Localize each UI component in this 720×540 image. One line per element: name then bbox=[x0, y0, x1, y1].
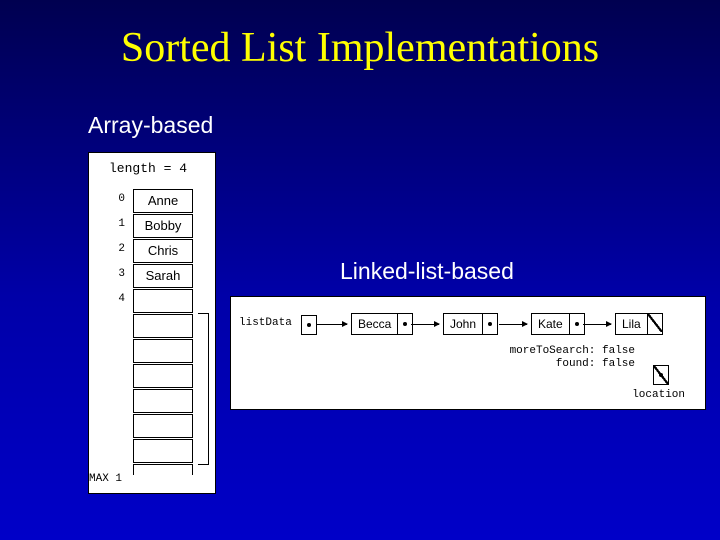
arrow-icon bbox=[583, 324, 611, 325]
array-cell-empty bbox=[133, 364, 193, 388]
label-linked-list-based: Linked-list-based bbox=[340, 258, 514, 285]
array-cell-2: Chris bbox=[133, 239, 193, 263]
linked-node: Becca bbox=[351, 313, 413, 335]
array-diagram: length = 4 0 Anne 1 Bobby 2 Chris 3 Sara… bbox=[88, 152, 216, 494]
pointer-dot-icon bbox=[307, 323, 311, 327]
array-length-label: length = 4 bbox=[109, 161, 187, 176]
array-cell-empty bbox=[133, 414, 193, 438]
array-cell-empty bbox=[133, 339, 193, 363]
array-index-0: 0 bbox=[95, 193, 125, 205]
flag-more-to-search: moreToSearch: false bbox=[510, 345, 635, 358]
flag-found: found: false bbox=[510, 358, 635, 371]
array-index-1: 1 bbox=[95, 218, 125, 230]
array-index-2: 2 bbox=[95, 243, 125, 255]
arrow-icon bbox=[499, 324, 527, 325]
node-value: Becca bbox=[352, 314, 398, 334]
null-slash-icon bbox=[648, 314, 662, 332]
pointer-dot-icon bbox=[575, 322, 579, 326]
array-index-3: 3 bbox=[95, 268, 125, 280]
linked-list-diagram: listData Becca John Kate Lila bbox=[230, 296, 706, 410]
array-index-4: 4 bbox=[95, 293, 125, 305]
arrow-icon bbox=[411, 324, 439, 325]
array-cell-empty bbox=[133, 389, 193, 413]
array-cell-empty bbox=[133, 289, 193, 313]
linked-flags: moreToSearch: false found: false bbox=[510, 345, 635, 371]
array-cell-0: Anne bbox=[133, 189, 193, 213]
location-label: location bbox=[632, 389, 685, 401]
array-cell-3: Sarah bbox=[133, 264, 193, 288]
pointer-dot-icon bbox=[403, 322, 407, 326]
linked-node: John bbox=[443, 313, 498, 335]
null-slash-icon bbox=[654, 366, 668, 384]
node-next-pointer bbox=[483, 314, 497, 334]
node-value: Lila bbox=[616, 314, 648, 334]
slide-title: Sorted List Implementations bbox=[0, 24, 720, 72]
array-free-brace bbox=[198, 313, 209, 465]
slide: Sorted List Implementations Array-based … bbox=[0, 0, 720, 540]
array-cell-empty bbox=[133, 464, 193, 475]
listdata-pointer-box bbox=[301, 315, 317, 335]
array-cell-empty bbox=[133, 439, 193, 463]
node-next-null bbox=[648, 314, 662, 334]
listdata-label: listData bbox=[239, 317, 292, 329]
location-pointer-box bbox=[653, 365, 669, 385]
arrow-icon bbox=[317, 324, 347, 325]
array-max-label: MAX 1 bbox=[89, 473, 122, 485]
array-cell-1: Bobby bbox=[133, 214, 193, 238]
linked-node: Lila bbox=[615, 313, 663, 335]
pointer-dot-icon bbox=[488, 322, 492, 326]
node-next-pointer bbox=[570, 314, 584, 334]
node-value: John bbox=[444, 314, 483, 334]
array-cell-empty bbox=[133, 314, 193, 338]
node-value: Kate bbox=[532, 314, 570, 334]
linked-node: Kate bbox=[531, 313, 585, 335]
label-array-based: Array-based bbox=[88, 112, 213, 139]
